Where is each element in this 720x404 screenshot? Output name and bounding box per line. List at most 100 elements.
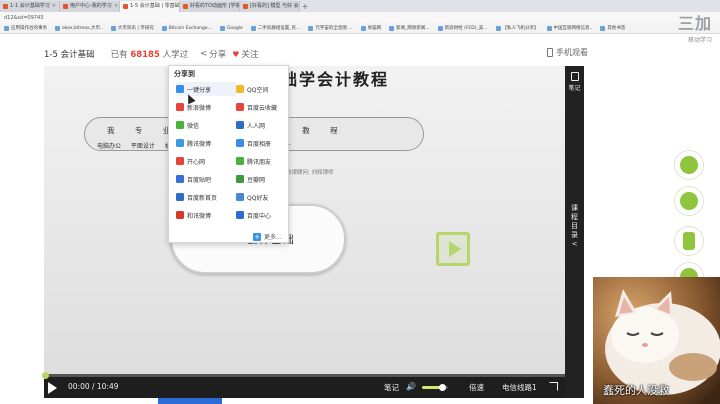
bookmark-item[interactable]: 【私人飞机分享】 — [495, 25, 539, 31]
share-option[interactable]: 百度相册 — [236, 136, 296, 150]
share-option[interactable]: 微信 — [176, 118, 236, 132]
brand-logo-text: 三加 — [677, 14, 712, 33]
share-option-label: 百度贴吧 — [187, 176, 212, 184]
bookmark-item[interactable]: 新浪财经 (FED)_美... — [437, 25, 488, 31]
phone-icon — [547, 48, 553, 57]
bookmark-item[interactable]: Google — [219, 25, 243, 31]
share-option[interactable]: 豆瓣网 — [236, 172, 296, 186]
progress-handle[interactable] — [42, 372, 49, 379]
share-option-label: 和讯微博 — [187, 212, 212, 220]
volume-handle[interactable] — [438, 384, 446, 391]
bookmark-item[interactable]: 其他书签 — [600, 25, 625, 31]
bookmark-label: 易猫网 — [367, 26, 382, 31]
line-select[interactable]: 电信线路1 — [502, 382, 537, 393]
browser-tab[interactable]: 1-1 会计基础学习 × — [0, 1, 60, 12]
browser-tab-bar: 1-1 会计基础学习× 用户中心-我的学习× 1-5 会计基础 | 零基础学× … — [0, 0, 720, 12]
close-icon[interactable]: × — [52, 1, 56, 12]
volume-icon[interactable]: 🔊 — [406, 382, 416, 391]
bookmark-label: 其他书签 — [607, 26, 626, 31]
mobile-app-icon[interactable] — [674, 226, 704, 256]
share-popup: 分享到 一键分享 QQ空间 新浪微博 百度云收藏 微信 人人网 腾讯微博 百度相册 开心网 腾讯朋… — [168, 65, 289, 243]
bookmark-label: Google — [226, 25, 243, 31]
bookmark-item[interactable]: okex,bitmex,大币.. — [55, 25, 103, 31]
share-option[interactable]: 百度云收藏 — [236, 100, 296, 114]
share-option[interactable]: 腾讯微博 — [176, 136, 236, 150]
share-option[interactable]: QQ空间 — [236, 82, 296, 96]
mobile-watch-button[interactable]: 手机观看 — [547, 47, 588, 58]
notebook-icon — [570, 72, 579, 81]
browser-tab[interactable]: 用户中心-我的学习 × — [60, 1, 120, 12]
share-option[interactable]: 一键分享 — [176, 82, 236, 96]
share-option-label: 人人网 — [247, 122, 266, 130]
share-option-icon — [176, 103, 184, 111]
learners-count: 已有 68185 人学过 — [110, 50, 189, 60]
new-tab-button[interactable]: + — [300, 1, 310, 12]
bookmark-label: 二手房群组设置_有... — [257, 26, 301, 31]
browser-tab[interactable]: 好看的TO动画形 [学做好× — [180, 1, 240, 12]
progress-bar[interactable] — [42, 372, 565, 379]
speed-button[interactable]: 倍速 — [469, 382, 484, 393]
bookmark-item[interactable]: 二手房群组设置_有... — [250, 25, 301, 31]
side-panel: 笔记 课程目录 < — [565, 66, 584, 398]
player-controls: 00:00 / 10:49 笔记 🔊 倍速 电信线路1 — [42, 372, 565, 398]
side-note-button[interactable]: 笔记 — [565, 72, 584, 92]
share-option[interactable]: 和讯微博 — [176, 208, 236, 222]
share-option-icon — [176, 121, 184, 129]
mobile-app-icon-inner — [683, 232, 695, 250]
share-option[interactable]: QQ好友 — [236, 190, 296, 204]
play-icon — [436, 232, 470, 266]
tab-favicon-icon — [3, 4, 8, 9]
bookmarks-bar: 应用操作台的事务 okex,bitmex,大币.. 大币资讯 | 币研究 Bitcoi… — [0, 23, 720, 34]
share-option[interactable]: 百度新首页 — [176, 190, 236, 204]
share-option[interactable]: 人人网 — [236, 118, 296, 132]
note-button[interactable]: 笔记 — [384, 382, 399, 393]
tab-favicon-icon — [243, 4, 248, 9]
bookmark-item[interactable]: 中国互联网络信息.. — [546, 25, 593, 31]
share-more-button[interactable]: + 更多... — [253, 232, 282, 241]
share-option-icon — [176, 157, 184, 165]
share-option[interactable]: 百度中心 — [236, 208, 296, 222]
bookmark-favicon-icon — [546, 25, 552, 31]
share-option-icon — [236, 211, 244, 219]
bookmark-label: 应用操作台的事务 — [11, 26, 47, 31]
catalog-toggle[interactable]: 课程目录 < — [565, 204, 584, 249]
share-button[interactable]: < 分享 — [200, 48, 226, 60]
bookmark-favicon-icon — [110, 25, 116, 31]
bookmark-label: 大币资讯 | 币研究 — [117, 26, 154, 31]
bookmark-favicon-icon — [600, 25, 606, 31]
fullscreen-icon[interactable] — [549, 382, 558, 391]
bookmark-item[interactable]: 新闻_网易新闻... — [389, 25, 430, 31]
share-option-label: 腾讯朋友 — [247, 158, 272, 166]
bookmark-item[interactable]: 应用操作台的事务 — [4, 25, 47, 31]
bookmark-item[interactable]: 元宇宙的全息图 ... — [308, 25, 353, 31]
share-option-label: QQ空间 — [247, 86, 269, 94]
share-option[interactable]: 腾讯朋友 — [236, 154, 296, 168]
share-option-icon — [176, 85, 184, 93]
bookmark-item[interactable]: 大币资讯 | 币研究 — [110, 25, 154, 31]
volume-slider[interactable] — [422, 384, 448, 391]
close-icon[interactable]: × — [114, 1, 118, 12]
share-option[interactable]: 开心网 — [176, 154, 236, 168]
bookmark-favicon-icon — [161, 25, 167, 31]
share-option[interactable]: 百度贴吧 — [176, 172, 236, 186]
share-option-label: 新浪微博 — [187, 104, 212, 112]
tab-favicon-icon — [63, 4, 68, 9]
bookmark-item[interactable]: 易猫网 — [360, 25, 382, 31]
brand-logo-subtitle: 移动学习 — [687, 37, 712, 44]
tab-label: 1-5 会计基础 | 零基础学 — [130, 3, 180, 9]
tab-label: 1-1 会计基础学习 — [10, 3, 50, 9]
share-option[interactable]: 新浪微博 — [176, 100, 236, 114]
play-button[interactable] — [48, 382, 57, 394]
follow-button[interactable]: ♥ 关注 — [232, 48, 258, 61]
qzone-icon[interactable] — [674, 186, 704, 216]
wechat-icon[interactable] — [674, 150, 704, 180]
browser-tab-active[interactable]: 1-5 会计基础 | 零基础学× — [120, 1, 180, 12]
bookmark-label: 中国互联网络信息.. — [553, 26, 593, 31]
share-option-label: 百度云收藏 — [247, 104, 278, 112]
bookmark-label: Bitcoin Exchange... — [168, 25, 212, 31]
bookmark-favicon-icon — [219, 25, 225, 31]
bookmark-item[interactable]: Bitcoin Exchange... — [161, 25, 212, 31]
share-option-icon — [176, 175, 184, 183]
browser-tab[interactable]: [好看的] 模型 与好 会议× — [240, 1, 300, 12]
address-bar[interactable]: d12&sd=09743 — [0, 12, 720, 23]
